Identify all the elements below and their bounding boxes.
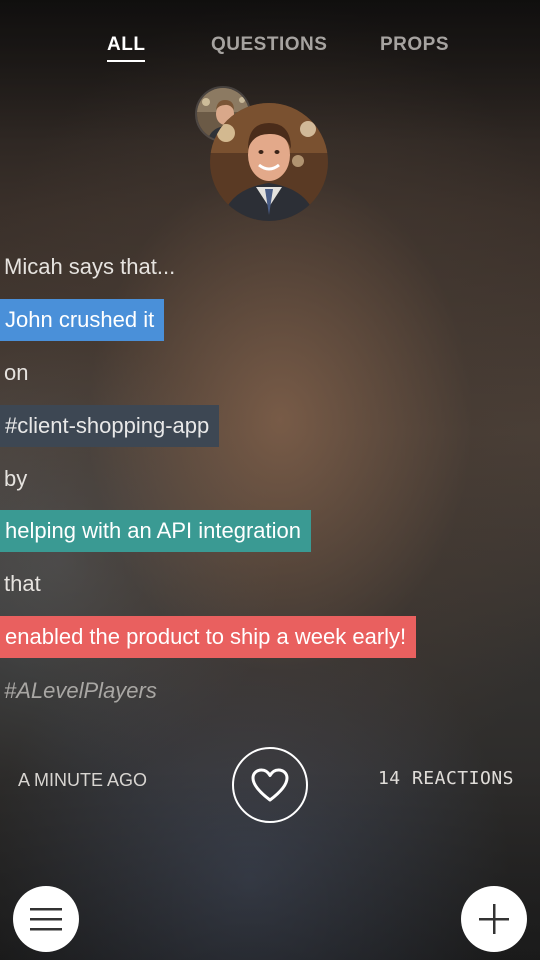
channel-chip[interactable]: #client-shopping-app [0, 405, 220, 447]
hashtag[interactable]: #ALevelPlayers [0, 670, 157, 712]
menu-button[interactable] [13, 886, 79, 952]
outcome-chip[interactable]: enabled the product to ship a week early… [0, 616, 417, 658]
heart-icon [251, 768, 289, 802]
connector-by: by [4, 466, 28, 491]
connector-on: on [4, 360, 29, 385]
recipient-avatar[interactable] [210, 103, 328, 221]
recipient-chip[interactable]: John crushed it [0, 299, 165, 341]
post-intro: Micah says that... [4, 254, 176, 279]
plus-icon [479, 904, 509, 934]
filter-tabs: ALL QUESTIONS PROPS [0, 34, 540, 68]
tab-all[interactable]: ALL [107, 34, 146, 62]
tab-questions[interactable]: QUESTIONS [211, 34, 327, 56]
timestamp: A MINUTE AGO [18, 770, 148, 790]
like-button[interactable] [232, 747, 308, 823]
connector-that: that [4, 571, 41, 596]
action-chip[interactable]: helping with an API integration [0, 510, 311, 552]
menu-icon [30, 908, 62, 931]
tab-props[interactable]: PROPS [380, 34, 449, 56]
reactions-count[interactable]: 14 REACTIONS [378, 768, 514, 789]
add-post-button[interactable] [461, 886, 527, 952]
